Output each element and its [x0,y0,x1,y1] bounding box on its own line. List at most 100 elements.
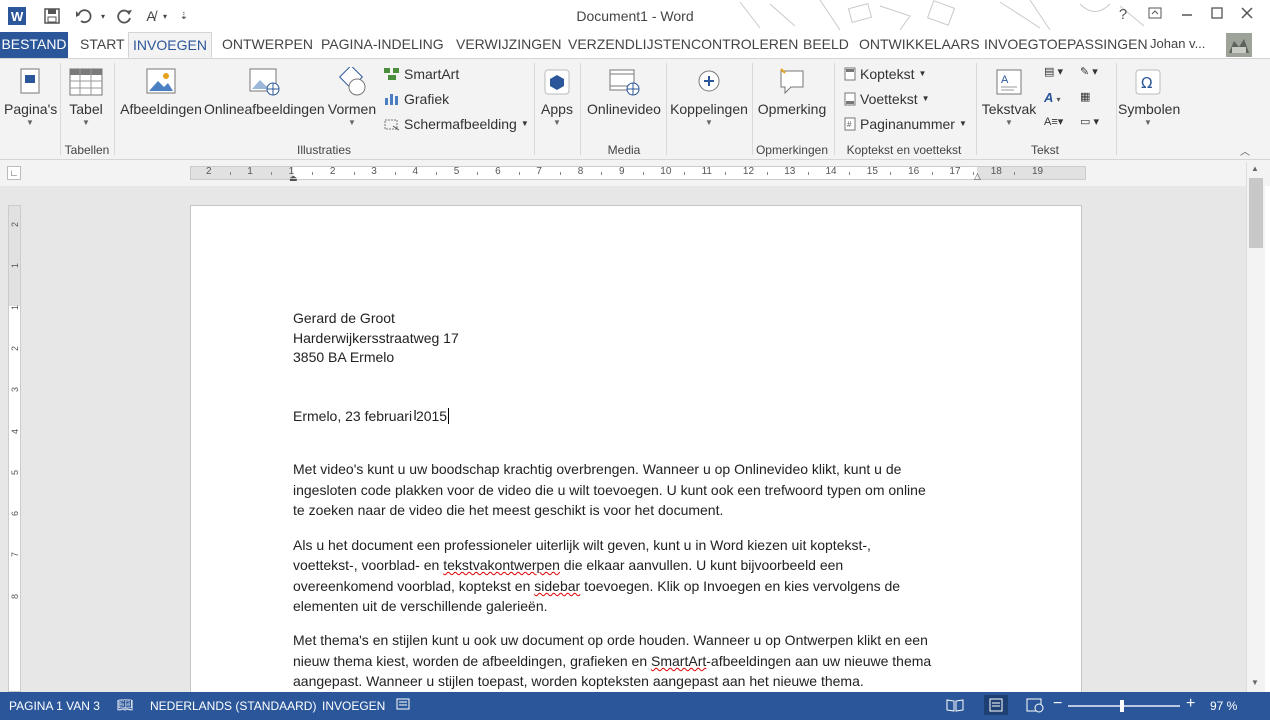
tab-file[interactable]: BESTAND [0,32,68,58]
scroll-up-icon[interactable]: ▲ [1251,164,1259,173]
vertical-scrollbar[interactable]: ▲ ▼ [1246,162,1265,692]
screenshot-label: Schermafbeelding [404,116,517,132]
tab-view[interactable]: BEELD [803,32,849,58]
address-street[interactable]: Harderwijkersstraatweg 17 [293,330,459,346]
tab-page-layout[interactable]: PAGINA-INDELING [321,32,444,58]
read-mode-icon[interactable] [946,697,964,716]
shapes-button[interactable]: Vormen ▼ [324,67,380,127]
paragraph3-line3[interactable]: aangepast. Wanneer u stijlen toepast, wo… [293,673,864,689]
macro-record-icon[interactable] [396,697,410,714]
language-indicator[interactable]: NEDERLANDS (STANDAARD) [150,699,316,713]
address-name[interactable]: Gerard de Groot [293,310,395,326]
ruler-number: 3 [371,166,377,177]
insert-mode[interactable]: INVOEGEN [322,699,385,713]
tab-selector-icon[interactable]: ∟ [7,166,21,180]
vertical-ruler[interactable]: 2 1 1 2 3 4 5 6 7 8 [8,205,21,692]
ruler-number: 1 [247,166,253,177]
text-cursor [448,408,450,424]
proofing-icon[interactable]: 📖︎ [117,697,134,713]
minimize-icon[interactable] [1176,6,1198,26]
zoom-out-button[interactable]: − [1053,695,1062,713]
apps-button[interactable]: Apps ▼ [538,67,576,127]
right-indent-marker-icon[interactable]: △ [974,171,981,182]
letter-date[interactable]: Ermelo, 23 februari 2015 [293,408,450,424]
tab-addins[interactable]: INVOEGTOEPASSINGEN [984,32,1148,58]
group-label-comments: Opmerkingen [755,143,829,157]
paragraph2-line2[interactable]: voettekst-, voorblad- en tekstvakontwerp… [293,557,843,573]
collapse-ribbon-icon[interactable]: ︿ [1240,143,1250,158]
quick-parts-icon[interactable]: ▤ ▾ [1044,65,1072,85]
paragraph3-line2[interactable]: nieuw thema kiest, worden de afbeeldinge… [293,653,931,669]
comment-label: Opmerking [757,101,827,117]
web-layout-icon[interactable] [1026,697,1044,716]
scrollbar-thumb[interactable] [1249,178,1263,248]
zoom-level[interactable]: 97 % [1210,699,1237,713]
wordart-icon[interactable]: A ▾ [1044,90,1072,110]
misspelled-word[interactable]: SmartArt [651,653,706,669]
table-button[interactable]: Tabel ▼ [64,67,108,127]
screenshot-button[interactable]: Schermafbeelding ▼ [384,113,529,135]
tab-mailings[interactable]: VERZENDLIJSTEN [568,32,691,58]
user-name[interactable]: Johan v... [1150,32,1205,58]
ribbon-display-options-icon[interactable] [1144,6,1166,26]
user-avatar[interactable] [1226,33,1252,57]
group-divider [976,63,977,155]
date-text: Ermelo, 23 februari 2015 [293,408,448,424]
tab-developer[interactable]: ONTWIKKELAARS [859,32,980,58]
status-bar: PAGINA 1 VAN 3 📖︎ NEDERLANDS (STANDAARD)… [0,692,1270,720]
page-number-icon: # [844,117,856,131]
symbols-button[interactable]: Ω Symbolen ▼ [1118,67,1180,127]
help-button[interactable]: ? [1112,6,1134,26]
paragraph1-line2[interactable]: ingesloten code plakken voor de video di… [293,482,926,498]
paragraph1-line3[interactable]: te zoeken naar de video die het meest ge… [293,502,723,518]
text-run: toevoegen. Klik op Invoegen en kies verv… [580,578,901,594]
paragraph2-line1[interactable]: Als u het document een professioneler ui… [293,537,871,553]
page-count[interactable]: PAGINA 1 VAN 3 [9,699,100,713]
drop-cap-icon[interactable]: A≡▾ [1044,115,1072,135]
address-city[interactable]: 3850 BA Ermelo [293,349,394,365]
print-layout-icon[interactable] [984,695,1008,715]
pages-button[interactable]: Pagina's ▼ [4,67,57,127]
ruler-tick [560,172,562,175]
close-icon[interactable] [1236,6,1258,26]
tab-references[interactable]: VERWIJZINGEN [456,32,562,58]
vertical-ruler-number: 1 [10,263,20,269]
misspelled-word[interactable]: tekstvakontwerpen [443,557,560,573]
title-bar: W ▾ A̸ ▾ ⇣ Document1 - Word ? [0,0,1270,32]
paragraph3-line1[interactable]: Met thema's en stijlen kunt u ook uw doc… [293,632,928,648]
document-page[interactable] [190,205,1082,705]
tab-review[interactable]: CONTROLEREN [691,32,798,58]
group-divider [752,63,753,155]
textbox-button[interactable]: A Tekstvak ▼ [980,67,1038,127]
comment-button[interactable]: Opmerking [754,67,830,117]
tab-start[interactable]: START [80,32,125,58]
online-pictures-button[interactable]: Onlineafbeeldingen [204,67,325,117]
misspelled-word[interactable]: sidebar [534,578,580,594]
chart-button[interactable]: Grafiek [384,88,449,110]
paragraph2-line3[interactable]: overeenkomend voorblad, koptekst en side… [293,578,900,594]
pictures-label: Afbeeldingen [120,101,202,117]
online-video-button[interactable]: Onlinevideo [584,67,664,117]
maximize-icon[interactable] [1206,6,1228,26]
links-button[interactable]: Koppelingen ▼ [668,67,750,127]
object-icon[interactable]: ▭ ▾ [1080,115,1110,135]
chevron-down-icon: ▼ [520,119,529,128]
tab-insert[interactable]: INVOEGEN [128,32,212,58]
page-number-button[interactable]: # Paginanummer ▼ [844,113,967,135]
date-time-icon[interactable]: ▦ [1080,90,1110,110]
pictures-button[interactable]: Afbeeldingen [118,67,204,117]
zoom-in-button[interactable]: + [1186,695,1195,713]
signature-line-icon[interactable]: ✎ ▾ [1080,65,1110,85]
paragraph2-line4[interactable]: elementen uit de verschillende galerieën… [293,598,548,614]
horizontal-ruler[interactable]: 2 1 1 2 3 4 5 6 7 8 9 10 11 12 13 14 15 16 17 18 19 ⏏ △ [190,166,1086,183]
footer-button[interactable]: Voettekst ▼ [844,88,930,110]
smartart-icon [384,68,399,80]
vertical-ruler-number: 5 [10,469,20,475]
header-button[interactable]: Koptekst ▼ [844,63,926,85]
zoom-slider-thumb[interactable] [1120,700,1125,712]
scroll-down-icon[interactable]: ▼ [1251,678,1259,687]
paragraph1-line1[interactable]: Met video's kunt u uw boodschap krachtig… [293,461,901,477]
tab-design[interactable]: ONTWERPEN [222,32,313,58]
indent-marker-icon[interactable]: ⏏ [289,173,298,184]
smartart-button[interactable]: SmartArt [384,63,459,85]
